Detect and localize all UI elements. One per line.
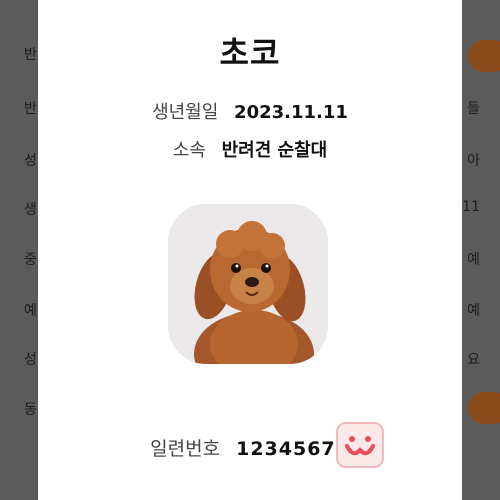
bg-row-right: 예 [467, 252, 480, 268]
dog-photo [168, 204, 328, 364]
affiliation-label: 소속 [172, 140, 206, 161]
bg-row-left: 예 [24, 303, 37, 319]
smile-badge-icon[interactable] [336, 422, 384, 468]
bg-row-right: 11 [462, 199, 480, 215]
bg-row-left: 생 [24, 202, 37, 218]
registration-label: 일련번호 [150, 438, 221, 460]
bg-row-right: 요 [467, 352, 480, 368]
dog-id-card: 초코 생년월일 2023.11.11 소속 반려견 순찰대 일련번호 12345… [38, 0, 462, 500]
affiliation-row: 소속 반려견 순찰대 [38, 136, 462, 162]
bg-row-left: 중 [24, 252, 37, 268]
bg-row-left: 성 [24, 352, 37, 368]
birth-row: 생년월일 2023.11.11 [38, 98, 462, 124]
affiliation-value: 반려견 순찰대 [221, 140, 328, 161]
birth-value: 2023.11.11 [234, 102, 348, 123]
registration-value: 12345678 [236, 438, 350, 460]
bg-accent-pill [468, 392, 500, 424]
bg-row-left: 반 [24, 101, 37, 117]
bg-row-right: 들 [467, 101, 480, 117]
bg-row-right: 아 [467, 153, 480, 169]
bg-row-left: 성 [24, 153, 37, 169]
dog-name: 초코 [219, 34, 281, 72]
bg-row-left: 반 [24, 47, 37, 63]
bg-row-right: 예 [467, 303, 480, 319]
registration-row: 일련번호 12345678 [38, 434, 462, 461]
bg-accent-pill [468, 40, 500, 72]
bg-row-left: 동 [24, 402, 37, 418]
birth-label: 생년월일 [152, 102, 219, 123]
